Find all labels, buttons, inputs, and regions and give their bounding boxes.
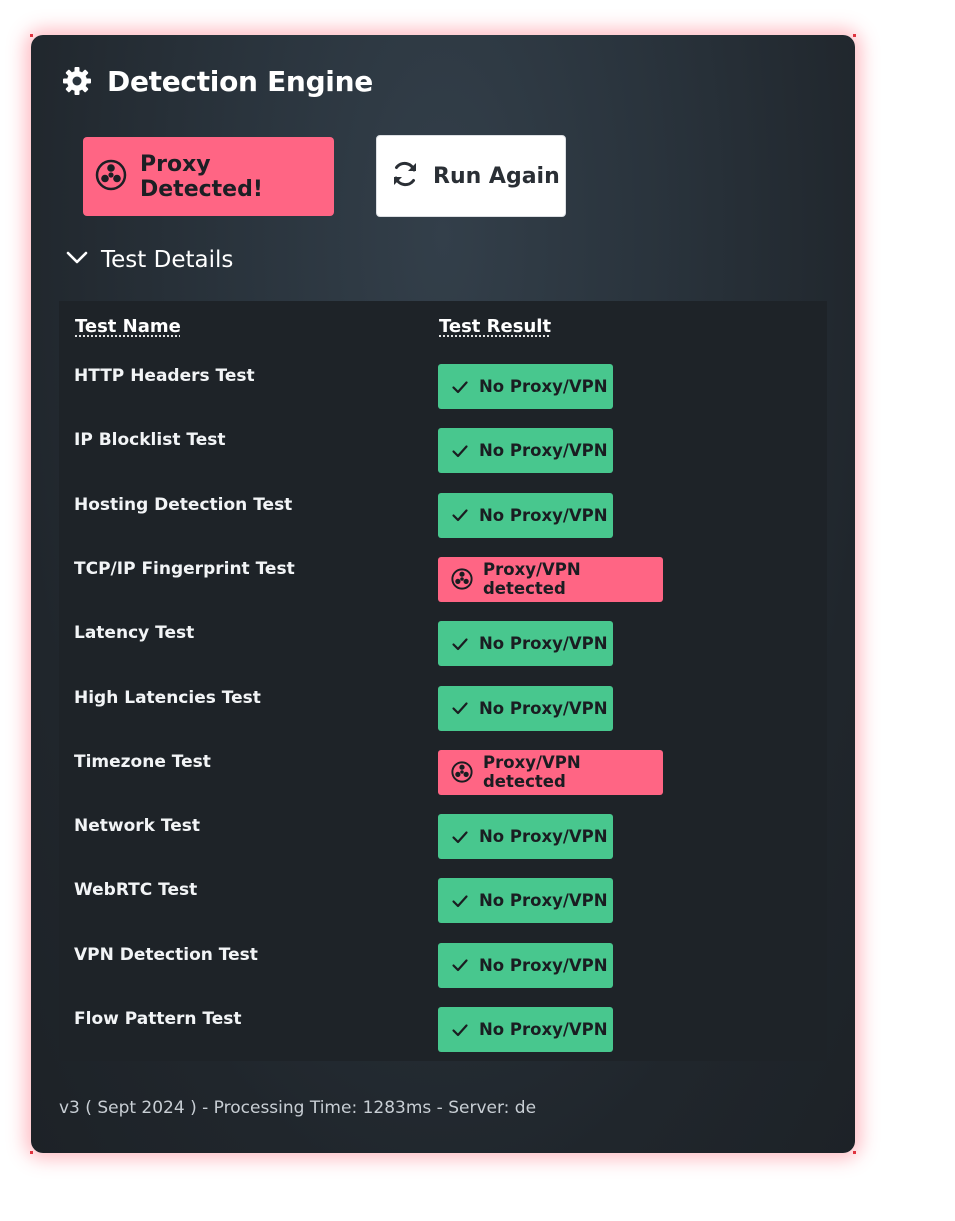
result-label: Proxy/VPN detected [483, 560, 581, 599]
result-badge-clean: No Proxy/VPN [438, 814, 613, 860]
biohazard-icon [451, 761, 473, 783]
table-row: Latency Test No Proxy/VPN [59, 621, 827, 667]
table-row: IP Blocklist Test No Proxy/VPN [59, 428, 827, 474]
proxy-status-button[interactable]: Proxy Detected! [83, 137, 334, 216]
checkmark-icon [451, 506, 469, 524]
checkmark-icon [451, 956, 469, 974]
biohazard-icon [95, 159, 127, 195]
run-again-label: Run Again [433, 163, 560, 189]
checkmark-icon [451, 1021, 469, 1039]
result-label: No Proxy/VPN [479, 827, 608, 847]
test-name: IP Blocklist Test [74, 430, 226, 451]
result-badge-clean: No Proxy/VPN [438, 878, 613, 924]
gear-icon [61, 65, 93, 97]
test-name: TCP/IP Fingerprint Test [74, 558, 295, 579]
corner-marker [30, 34, 33, 37]
test-name: Timezone Test [74, 751, 211, 772]
result-label: No Proxy/VPN [479, 891, 608, 911]
result-label: No Proxy/VPN [479, 441, 608, 461]
test-details-toggle[interactable]: Test Details [65, 243, 233, 277]
checkmark-icon [451, 892, 469, 910]
result-label: No Proxy/VPN [479, 698, 608, 718]
result-badge-clean: No Proxy/VPN [438, 364, 613, 409]
table-row: WebRTC Test No Proxy/VPN [59, 878, 827, 924]
footer-info: v3 ( Sept 2024 ) - Processing Time: 1283… [59, 1098, 537, 1118]
checkmark-icon [451, 378, 469, 396]
detection-engine-card: Detection Engine Proxy Detected! Run Aga… [30, 34, 856, 1154]
result-label: No Proxy/VPN [479, 634, 608, 654]
table-row: TCP/IP Fingerprint Test Proxy/VPN detecte… [59, 556, 827, 603]
chevron-down-icon [65, 246, 89, 274]
test-details-label: Test Details [101, 247, 234, 273]
test-name: Latency Test [74, 623, 195, 644]
test-name: High Latencies Test [74, 687, 261, 708]
test-name: WebRTC Test [74, 880, 198, 901]
result-badge-clean: No Proxy/VPN [438, 621, 613, 667]
corner-marker [853, 1151, 856, 1154]
refresh-icon [389, 158, 421, 194]
run-again-button[interactable]: Run Again [376, 135, 566, 217]
test-name: Network Test [74, 816, 200, 837]
table-row: Hosting Detection Test No Proxy/VPN [59, 492, 827, 539]
checkmark-icon [451, 442, 469, 460]
table-row: Timezone Test Proxy/VPN detected [59, 749, 827, 796]
result-label: No Proxy/VPN [479, 1020, 608, 1039]
result-label: Proxy/VPN detected [483, 753, 581, 792]
column-header-test-result: Test Result [439, 316, 552, 337]
test-results-table: Test Name Test Result HTTP Headers Test N… [59, 301, 827, 1061]
result-label: No Proxy/VPN [479, 377, 608, 396]
table-row: VPN Detection Test No Proxy/VPN [59, 942, 827, 989]
table-row: HTTP Headers Test No Proxy/VPN [59, 364, 827, 410]
result-badge-detected: Proxy/VPN detected [438, 749, 663, 795]
result-badge-clean: No Proxy/VPN [438, 492, 613, 538]
result-badge-clean: No Proxy/VPN [438, 428, 613, 474]
test-name: HTTP Headers Test [74, 366, 255, 386]
biohazard-icon [451, 568, 473, 590]
card-header: Detection Engine [61, 63, 373, 99]
result-label: No Proxy/VPN [479, 955, 608, 975]
checkmark-icon [451, 699, 469, 717]
result-badge-clean: No Proxy/VPN [438, 1007, 613, 1052]
result-badge-clean: No Proxy/VPN [438, 942, 613, 988]
checkmark-icon [451, 828, 469, 846]
corner-marker [30, 1151, 33, 1154]
table-row: High Latencies Test No Proxy/VPN [59, 685, 827, 732]
test-name: Flow Pattern Test [74, 1009, 242, 1029]
table-row: Network Test No Proxy/VPN [59, 814, 827, 860]
checkmark-icon [451, 635, 469, 653]
test-name: Hosting Detection Test [74, 494, 293, 515]
result-badge-clean: No Proxy/VPN [438, 685, 613, 731]
result-label: No Proxy/VPN [479, 505, 608, 525]
column-header-test-name: Test Name [75, 316, 181, 337]
test-name: VPN Detection Test [74, 944, 258, 965]
page-title: Detection Engine [107, 64, 373, 98]
proxy-status-label: Proxy Detected! [140, 151, 263, 202]
result-badge-detected: Proxy/VPN detected [438, 556, 663, 602]
corner-marker [853, 34, 856, 37]
table-row: Flow Pattern Test No Proxy/VPN [59, 1007, 827, 1053]
